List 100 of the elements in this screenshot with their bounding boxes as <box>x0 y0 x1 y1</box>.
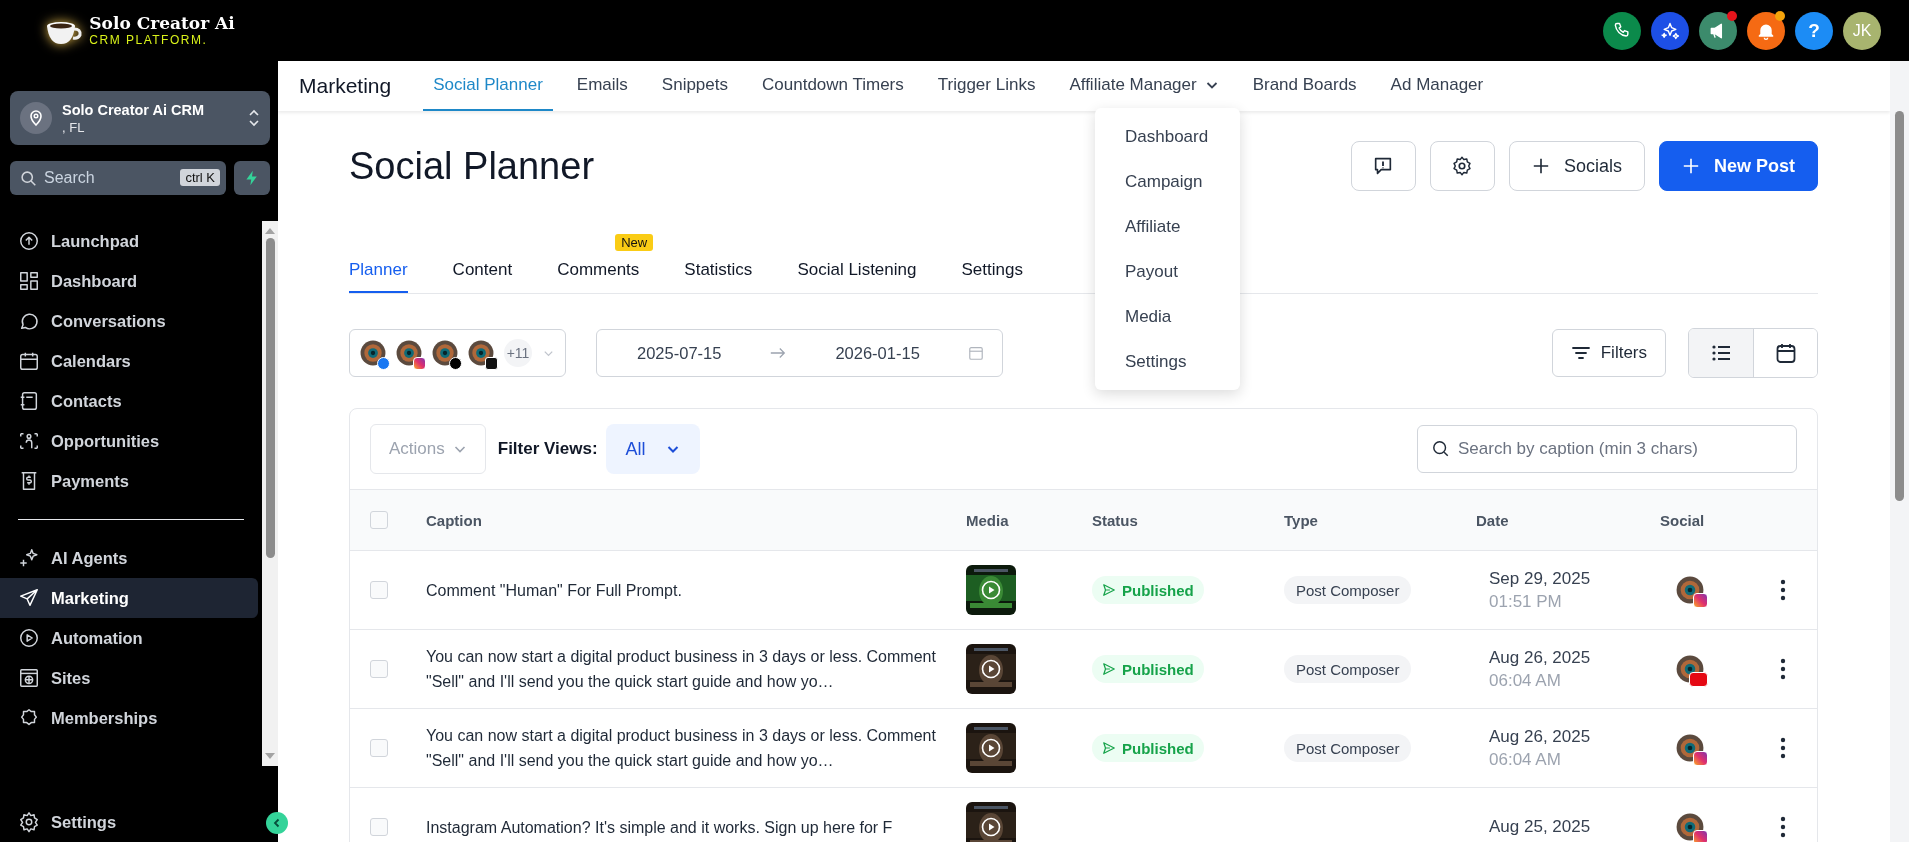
view-toggle-button[interactable] <box>1689 329 1753 377</box>
tab[interactable]: Content <box>452 249 513 293</box>
sidebar-item[interactable]: Marketing <box>0 578 258 618</box>
filter-views-dropdown[interactable]: All <box>605 424 700 474</box>
column-header: Media <box>966 511 1010 529</box>
date-range-picker[interactable]: 2025-07-15 2026-01-15 <box>596 329 1003 377</box>
header-button[interactable]: Socials <box>1508 141 1645 191</box>
post-date: Sep 29, 2025 <box>1489 568 1592 589</box>
map-pin-icon <box>20 102 52 134</box>
location-switcher[interactable]: Solo Creator Ai CRM , FL <box>10 91 270 145</box>
nav-tab[interactable]: Trigger Links <box>927 61 1046 111</box>
header-button[interactable] <box>1429 141 1495 191</box>
nav-tab[interactable]: Emails <box>566 61 638 111</box>
search-icon <box>1432 440 1450 458</box>
sidebar-item[interactable]: Launchpad <box>0 221 258 261</box>
menu-item[interactable]: Dashboard <box>1095 114 1240 159</box>
menu-item[interactable]: Settings <box>1095 339 1240 384</box>
type-badge: Post Composer <box>1284 655 1412 683</box>
menu-item[interactable]: Payout <box>1095 249 1240 294</box>
avatar <box>360 340 386 366</box>
sidebar-item[interactable]: Contacts <box>0 381 258 421</box>
caption-text: You can now start a digital product business in 3 days or less. Comment "Sell" and I'll send you the quick start guide and how yo… <box>426 648 936 690</box>
tab[interactable]: Social Listening <box>797 249 917 293</box>
column-header: Date <box>1476 511 1510 529</box>
menu-item[interactable]: Campaign <box>1095 159 1240 204</box>
header-action-button[interactable] <box>1603 11 1641 50</box>
more-options-icon[interactable] <box>1779 658 1786 680</box>
sidebar-item[interactable]: Sites <box>0 658 258 698</box>
tab[interactable]: Comments <box>557 249 640 293</box>
brand-tagline: CRM PLATFORM. <box>89 34 209 46</box>
sidebar-item[interactable]: Opportunities <box>0 421 258 461</box>
sidebar-item[interactable]: Dashboard <box>0 261 258 301</box>
sidebar-item[interactable]: Conversations <box>0 301 258 341</box>
scrollbar[interactable] <box>262 221 278 766</box>
type-badge: Post Composer <box>1284 734 1412 762</box>
nav-tab[interactable]: Countdown Timers <box>752 61 914 111</box>
row-checkbox[interactable] <box>370 581 388 599</box>
chevron-up-down-icon <box>248 108 260 128</box>
play-icon <box>981 817 1001 837</box>
more-options-icon[interactable] <box>1779 816 1786 838</box>
scrollbar[interactable] <box>1890 61 1909 842</box>
sparkle-icon <box>1660 20 1680 41</box>
type-badge: Post Composer <box>1284 576 1412 604</box>
sidebar-item[interactable]: Calendars <box>0 341 258 381</box>
menu-item[interactable]: Media <box>1095 294 1240 339</box>
people-icon <box>18 430 40 452</box>
status-badge: Published <box>1092 734 1204 762</box>
select-all-checkbox[interactable] <box>370 511 388 529</box>
tab[interactable]: Settings <box>961 249 1023 293</box>
sidebar-item[interactable]: Memberships <box>0 698 258 738</box>
post-date: Aug 26, 2025 <box>1489 647 1592 668</box>
account-selector[interactable]: +11 <box>349 329 566 377</box>
sidebar-item[interactable]: Payments <box>0 461 258 501</box>
upload-circle-icon <box>18 230 40 252</box>
nav-tab[interactable]: Ad Manager <box>1380 61 1494 111</box>
notebook-icon <box>18 390 40 412</box>
nav-tab[interactable]: Social Planner <box>423 61 553 111</box>
chat-bubble-icon <box>18 310 40 332</box>
column-header: Type <box>1284 511 1319 529</box>
row-checkbox[interactable] <box>370 818 388 836</box>
collapse-button[interactable] <box>266 812 288 834</box>
header-action-button[interactable] <box>1699 11 1737 50</box>
caption-search-field[interactable]: Search by caption (min 3 chars) <box>1417 425 1797 473</box>
quick-action-button[interactable] <box>234 161 270 195</box>
column-header: Status <box>1092 511 1139 529</box>
send-icon <box>1102 662 1116 676</box>
nav-tab[interactable]: Affiliate Manager <box>1059 61 1229 111</box>
nav-tab[interactable]: Snippets <box>651 61 738 111</box>
caption-text: You can now start a digital product business in 3 days or less. Comment "Sell" and I'll send you the quick start guide and how yo… <box>426 727 936 769</box>
sidebar-item[interactable]: AI Agents <box>0 538 258 578</box>
section-title: Marketing <box>299 73 392 99</box>
header-button[interactable]: New Post <box>1658 141 1818 191</box>
search-icon <box>20 170 37 187</box>
menu-item[interactable]: Affiliate <box>1095 204 1240 249</box>
calendar-icon <box>967 345 984 361</box>
plus-icon <box>1681 157 1700 175</box>
calendar-icon <box>18 350 40 372</box>
sidebar-item[interactable]: Automation <box>0 618 258 658</box>
youtube-icon <box>1689 672 1708 687</box>
more-options-icon[interactable] <box>1779 579 1786 601</box>
more-options-icon[interactable] <box>1779 737 1786 759</box>
tab[interactable]: Planner <box>349 249 408 293</box>
tab[interactable]: Statistics <box>684 249 753 293</box>
more-accounts-count: +11 <box>504 339 532 367</box>
view-toggle-button[interactable] <box>1753 329 1817 377</box>
header-button[interactable] <box>1350 141 1416 191</box>
row-checkbox[interactable] <box>370 660 388 678</box>
header-action-button[interactable] <box>1747 11 1785 50</box>
nav-tab[interactable]: Brand Boards <box>1242 61 1367 111</box>
location-address: , FL <box>62 119 86 135</box>
sidebar-item[interactable]: Settings <box>0 802 248 842</box>
keyboard-shortcut: ctrl K <box>180 169 220 186</box>
end-date: 2026-01-15 <box>835 343 920 363</box>
row-checkbox[interactable] <box>370 739 388 757</box>
filters-button[interactable]: Filters <box>1551 329 1666 377</box>
column-header: Social <box>1660 511 1706 529</box>
post-time: 06:04 AM <box>1489 749 1562 770</box>
post-date: Aug 26, 2025 <box>1489 726 1592 747</box>
caption-text: Comment "Human" For Full Prompt. <box>426 581 682 599</box>
header-action-button[interactable] <box>1651 11 1689 50</box>
